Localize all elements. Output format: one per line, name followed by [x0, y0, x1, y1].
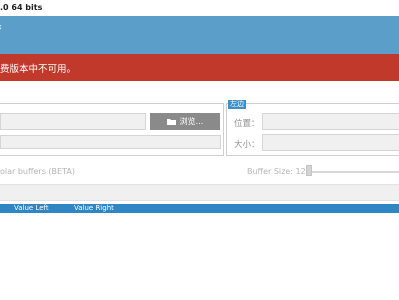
title-bar: [0, 0, 399, 16]
browse-button[interactable]: 浏览...: [150, 113, 220, 130]
chevron-left-icon[interactable]: ‹: [0, 22, 2, 33]
group-legend: 左边: [228, 100, 246, 109]
error-message: 费版本中不可用。: [0, 64, 77, 75]
column-header-value-left[interactable]: Value Left: [14, 204, 49, 213]
browse-button-label: 浏览...: [179, 117, 204, 126]
position-label: 位置：: [234, 119, 260, 129]
window-title: .0 64 bits: [0, 3, 43, 12]
size-input[interactable]: [262, 134, 399, 151]
buffer-size-slider-track[interactable]: [309, 171, 399, 173]
column-header-value-right[interactable]: Value Right: [74, 204, 114, 213]
size-label: 大小：: [234, 140, 260, 150]
buffer-size-label: Buffer Size: 128: [247, 167, 311, 176]
buffers-option-label[interactable]: olar buffers (BETA): [0, 167, 75, 176]
gray-input-row[interactable]: [0, 184, 399, 201]
buffer-size-slider-handle[interactable]: [306, 165, 312, 176]
secondary-path-input[interactable]: [0, 135, 221, 149]
position-input[interactable]: [262, 113, 399, 130]
header-band: [0, 16, 399, 54]
table-header: [0, 204, 399, 213]
file-path-input[interactable]: [0, 113, 146, 130]
folder-icon: [166, 119, 176, 125]
